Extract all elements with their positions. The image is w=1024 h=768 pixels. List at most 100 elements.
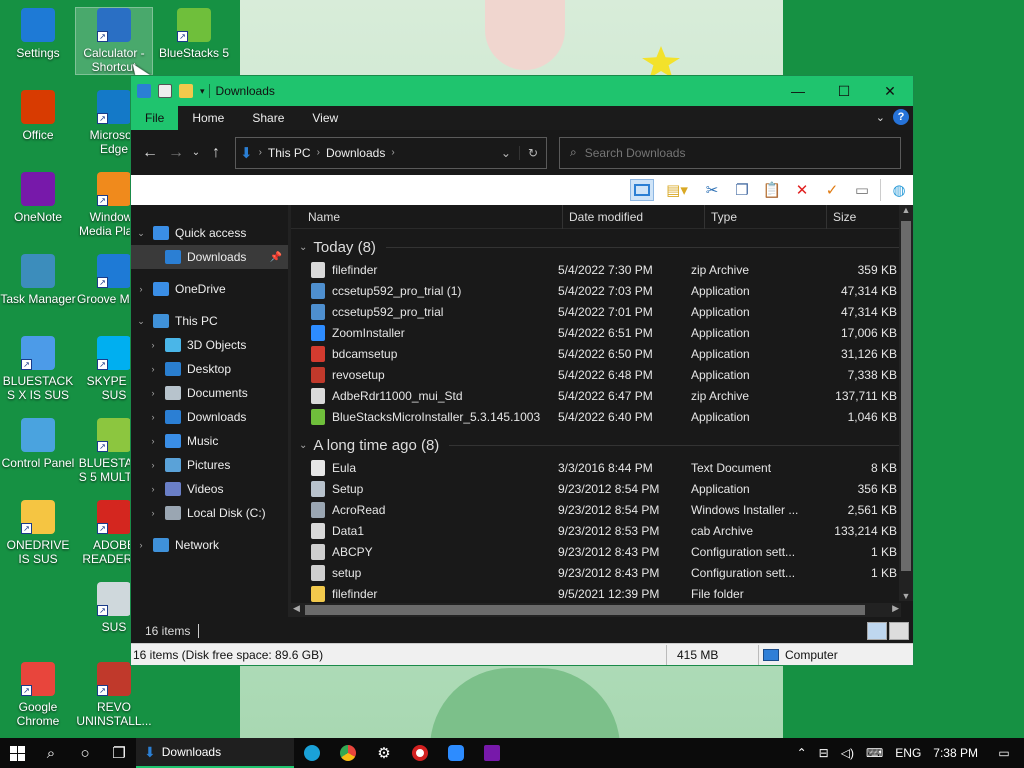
desktop-icon[interactable]: Control Panel — [0, 418, 76, 470]
taskbar-bandicam[interactable] — [402, 738, 438, 768]
desktop-icon[interactable]: OneNote — [0, 172, 76, 224]
new-folder-dropdown-icon[interactable]: ▤▾ — [660, 179, 694, 201]
chevron-right-icon[interactable]: › — [147, 364, 159, 374]
taskbar-zoom[interactable] — [438, 738, 474, 768]
cut-icon[interactable]: ✂ — [700, 179, 724, 201]
nav-item[interactable]: › Videos — [131, 477, 288, 501]
desktop-icon[interactable]: ↗ Google Chrome — [0, 662, 76, 728]
nav-item[interactable]: Downloads 📌 — [131, 245, 288, 269]
desktop-icon[interactable]: Task Manager — [0, 254, 76, 306]
nav-item[interactable]: › Network — [131, 533, 288, 557]
taskbar-file-explorer[interactable]: ⬇ Downloads — [136, 738, 294, 768]
tab-file[interactable]: File — [131, 106, 179, 130]
address-dropdown-icon[interactable]: ⌄ — [493, 146, 519, 160]
vertical-scrollbar[interactable]: ▲ ▼ — [899, 205, 913, 601]
checkmark-icon[interactable]: ✓ — [820, 179, 844, 201]
file-row[interactable]: ABCPY 9/23/2012 8:43 PM Configuration sett… — [291, 541, 913, 562]
file-row[interactable]: AdbeRdr11000_mui_Std 5/4/2022 6:47 PM zip … — [291, 385, 913, 406]
title-bar[interactable]: ▾ Downloads — ☐ ✕ — [131, 76, 913, 106]
taskbar-onenote[interactable] — [474, 738, 510, 768]
file-row[interactable]: ccsetup592_pro_trial 5/4/2022 7:01 PM Appl… — [291, 301, 913, 322]
show-hidden-icons-icon[interactable]: ⌃ — [791, 746, 813, 760]
taskbar-edge[interactable] — [294, 738, 330, 768]
chevron-right-icon[interactable]: › — [135, 284, 147, 294]
tab-share[interactable]: Share — [238, 106, 298, 130]
copy-icon[interactable]: ❐ — [730, 179, 754, 201]
chevron-down-icon[interactable]: ⌄ — [299, 440, 307, 451]
file-row[interactable]: Setup 9/23/2012 8:54 PM Application 356 KB — [291, 478, 913, 499]
chevron-down-icon[interactable]: ⌄ — [135, 228, 147, 239]
details-view-button[interactable] — [867, 622, 887, 640]
chevron-right-icon[interactable]: › — [147, 508, 159, 518]
column-size[interactable]: Size — [827, 205, 897, 229]
customize-quick-access-icon[interactable]: ▾ — [200, 86, 205, 97]
expand-ribbon-icon[interactable]: ⌄ — [876, 111, 885, 124]
clock[interactable]: 7:38 PM — [927, 746, 984, 760]
column-name[interactable]: Name — [291, 205, 563, 229]
chevron-down-icon[interactable]: ⌄ — [299, 242, 307, 253]
taskbar-chrome[interactable] — [330, 738, 366, 768]
nav-item[interactable]: › OneDrive — [131, 277, 288, 301]
column-type[interactable]: Type — [705, 205, 827, 229]
close-button[interactable]: ✕ — [867, 76, 913, 106]
search-icon[interactable]: ⌕ — [34, 738, 68, 768]
chevron-right-icon[interactable]: › — [147, 412, 159, 422]
chevron-right-icon[interactable]: › — [147, 484, 159, 494]
file-row[interactable]: BlueStacksMicroInstaller_5.3.145.1003 5/4… — [291, 406, 913, 427]
desktop-icon[interactable]: Office — [0, 90, 76, 142]
file-row[interactable]: Data1 9/23/2012 8:53 PM cab Archive 133,214… — [291, 520, 913, 541]
desktop-icon[interactable]: ↗ REVO UNINSTALL... — [76, 662, 152, 728]
search-input[interactable] — [584, 145, 885, 160]
nav-item[interactable]: › Local Disk (C:) — [131, 501, 288, 525]
breadcrumb-downloads[interactable]: Downloads — [326, 146, 385, 160]
chevron-down-icon[interactable]: ⌄ — [135, 316, 147, 327]
breadcrumb-this-pc[interactable]: This PC — [268, 146, 311, 160]
chevron-right-icon[interactable]: › — [147, 340, 159, 350]
chevron-right-icon[interactable]: › — [259, 147, 262, 158]
minimize-button[interactable]: — — [775, 76, 821, 106]
large-icons-view-button[interactable] — [889, 622, 909, 640]
start-button[interactable] — [0, 738, 34, 768]
file-row[interactable]: Eula 3/3/2016 8:44 PM Text Document 8 KB — [291, 457, 913, 478]
taskbar-settings[interactable]: ⚙ — [366, 738, 402, 768]
desktop-icon[interactable]: ↗ BlueStacks 5 — [156, 8, 232, 60]
paste-icon[interactable]: 📋 — [760, 179, 784, 201]
preview-pane-icon[interactable] — [630, 179, 654, 201]
nav-item[interactable]: › Music — [131, 429, 288, 453]
file-row[interactable]: setup 9/23/2012 8:43 PM Configuration sett… — [291, 562, 913, 583]
chevron-right-icon[interactable]: › — [147, 460, 159, 470]
nav-item[interactable]: ⌄ Quick access — [131, 221, 288, 245]
up-button[interactable]: ↑ — [203, 140, 229, 166]
help-icon[interactable]: ? — [893, 109, 909, 125]
file-row[interactable]: filefinder 5/4/2022 7:30 PM zip Archive 359… — [291, 259, 913, 280]
rename-icon[interactable]: ▭ — [850, 179, 874, 201]
horizontal-scrollbar[interactable]: ◀ ▶ — [291, 603, 901, 617]
delete-icon[interactable]: ✕ — [790, 179, 814, 201]
file-row[interactable]: ZoomInstaller 5/4/2022 6:51 PM Application… — [291, 322, 913, 343]
file-explorer-window[interactable]: ▾ Downloads — ☐ ✕ File Home Share View ⌄… — [130, 75, 914, 666]
desktop-icon[interactable]: Settings — [0, 8, 76, 60]
recent-locations-button[interactable]: ⌄ — [189, 140, 203, 166]
maximize-button[interactable]: ☐ — [821, 76, 867, 106]
group-header[interactable]: ⌄ A long time ago (8) — [291, 433, 913, 457]
file-row[interactable]: revosetup 5/4/2022 6:48 PM Application 7,33… — [291, 364, 913, 385]
volume-icon[interactable]: ◁) — [835, 746, 860, 760]
forward-button[interactable]: → — [163, 140, 189, 166]
nav-item[interactable]: › Downloads — [131, 405, 288, 429]
properties-icon[interactable] — [158, 84, 172, 98]
chevron-right-icon[interactable]: › — [147, 436, 159, 446]
notification-icon[interactable]: ▭ — [984, 746, 1024, 760]
new-folder-icon[interactable] — [179, 84, 193, 98]
task-view-icon[interactable]: ❐ — [102, 738, 136, 768]
desktop-icon[interactable]: ↗ ONEDRIVE IS SUS — [0, 500, 76, 566]
group-header[interactable]: ⌄ Today (8) — [291, 235, 913, 259]
tab-home[interactable]: Home — [178, 106, 238, 130]
back-button[interactable]: ← — [137, 140, 163, 166]
nav-item[interactable]: › Documents — [131, 381, 288, 405]
tab-view[interactable]: View — [298, 106, 352, 130]
language-indicator[interactable]: ENG — [889, 746, 927, 760]
refresh-icon[interactable]: ↻ — [518, 145, 546, 160]
globe-icon[interactable]: ◍ — [887, 179, 911, 201]
file-row[interactable]: ccsetup592_pro_trial (1) 5/4/2022 7:03 PM… — [291, 280, 913, 301]
desktop-icon[interactable]: ↗ BLUESTACKS X IS SUS — [0, 336, 76, 402]
